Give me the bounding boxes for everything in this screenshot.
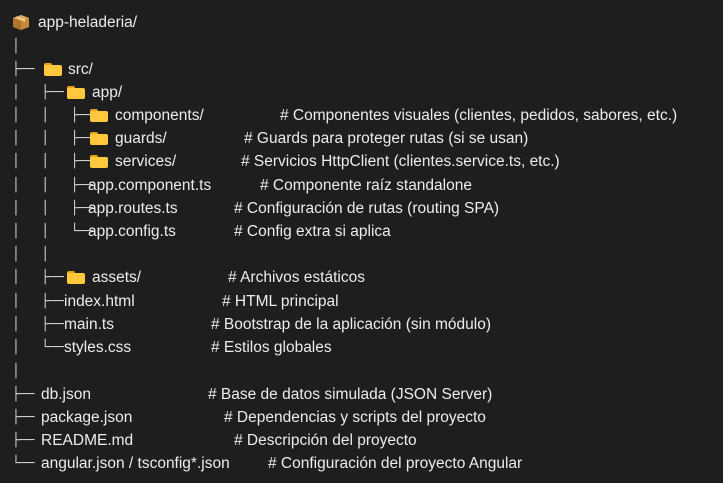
file-name[interactable]: styles.css <box>64 336 131 359</box>
tree-comment: # Bootstrap de la aplicación (sin módulo… <box>211 316 492 333</box>
tree-connector: ├── <box>12 62 42 77</box>
folder-name[interactable]: services/ <box>115 150 176 173</box>
tree-comment: # Componentes visuales (clientes, pedido… <box>280 107 678 124</box>
root-folder-name[interactable]: app-heladeria/ <box>38 11 137 34</box>
tree-connector: │ │ <box>12 247 49 262</box>
tree-file[interactable]: └── angular.json / tsconfig*.json # Conf… <box>0 452 522 475</box>
tree-folder-guards[interactable]: │ │ ├── guards/ # Guards para proteger r… <box>0 127 528 150</box>
tree-connector: │ <box>12 364 20 379</box>
tree-file[interactable]: │ │ ├── app.routes.ts # Configuración de… <box>0 197 499 220</box>
file-name[interactable]: app.component.ts <box>88 174 211 197</box>
tree-connector: │ <box>12 39 20 54</box>
file-name[interactable]: package.json <box>41 406 132 429</box>
tree-connector: │ │ ├── <box>12 178 100 193</box>
folder-name[interactable]: guards/ <box>115 127 167 150</box>
tree-comment: # HTML principal <box>222 293 339 310</box>
folder-icon <box>90 132 108 145</box>
tree-folder-src[interactable]: ├── src/ <box>0 58 93 81</box>
file-name[interactable]: app.config.ts <box>88 220 176 243</box>
tree-line: │ <box>0 360 20 383</box>
tree-file[interactable]: ├── package.json # Dependencias y script… <box>0 406 486 429</box>
file-name[interactable]: db.json <box>41 383 91 406</box>
file-tree-panel: app-heladeria/ │ ├── src/ │ ├── app/ │ │… <box>0 0 723 483</box>
tree-file[interactable]: │ ├── main.ts # Bootstrap de la aplicaci… <box>0 313 491 336</box>
tree-comment: # Configuración de rutas (routing SPA) <box>234 200 500 217</box>
folder-name[interactable]: components/ <box>115 104 204 127</box>
folder-name[interactable]: app/ <box>92 81 122 104</box>
tree-comment: # Dependencias y scripts del proyecto <box>224 409 486 426</box>
tree-comment: # Configuración del proyecto Angular <box>268 455 523 472</box>
tree-line: │ │ <box>0 243 49 266</box>
tree-connector: │ ├── <box>12 270 71 285</box>
tree-folder-services[interactable]: │ │ ├── services/ # Servicios HttpClient… <box>0 150 560 173</box>
folder-icon <box>67 86 85 99</box>
tree-file[interactable]: │ └── styles.css # Estilos globales <box>0 336 332 359</box>
tree-connector: ├── <box>12 433 42 448</box>
tree-folder-assets[interactable]: │ ├── assets/ # Archivos estáticos <box>0 266 365 289</box>
tree-connector: │ │ ├── <box>12 154 100 169</box>
folder-icon <box>90 155 108 168</box>
tree-connector: │ └── <box>12 340 71 355</box>
tree-connector: │ ├── <box>12 294 71 309</box>
folder-icon <box>67 271 85 284</box>
tree-connector: │ ├── <box>12 85 71 100</box>
tree-comment: # Guards para proteger rutas (si se usan… <box>244 130 529 147</box>
folder-name[interactable]: assets/ <box>92 266 141 289</box>
tree-line: │ <box>0 35 20 58</box>
tree-file[interactable]: │ │ ├── app.component.ts # Componente ra… <box>0 174 472 197</box>
tree-comment: # Base de datos simulada (JSON Server) <box>208 386 493 403</box>
tree-file[interactable]: │ │ └── app.config.ts # Config extra si … <box>0 220 391 243</box>
file-name[interactable]: index.html <box>64 290 135 313</box>
tree-folder-app[interactable]: │ ├── app/ <box>0 81 122 104</box>
tree-comment: # Archivos estáticos <box>228 269 365 286</box>
tree-connector: └── <box>12 456 42 471</box>
tree-comment: # Servicios HttpClient (clientes.service… <box>241 153 560 170</box>
file-name[interactable]: angular.json / tsconfig*.json <box>41 452 230 475</box>
tree-connector: │ │ └── <box>12 224 100 239</box>
file-name[interactable]: main.ts <box>64 313 114 336</box>
tree-connector: │ ├── <box>12 317 71 332</box>
tree-file[interactable]: │ ├── index.html # HTML principal <box>0 290 339 313</box>
package-icon <box>13 15 29 30</box>
folder-icon <box>44 63 62 76</box>
tree-comment: # Componente raíz standalone <box>260 177 472 194</box>
tree-connector: ├── <box>12 410 42 425</box>
tree-file[interactable]: ├── README.md # Descripción del proyecto <box>0 429 417 452</box>
tree-connector: │ │ ├── <box>12 131 100 146</box>
file-name[interactable]: README.md <box>41 429 133 452</box>
tree-root: app-heladeria/ <box>0 11 137 34</box>
tree-file[interactable]: ├── db.json # Base de datos simulada (JS… <box>0 383 492 406</box>
tree-connector: │ │ ├── <box>12 108 100 123</box>
tree-comment: # Estilos globales <box>211 339 332 356</box>
tree-comment: # Descripción del proyecto <box>234 432 417 449</box>
tree-comment: # Config extra si aplica <box>234 223 391 240</box>
tree-connector: ├── <box>12 387 42 402</box>
folder-icon <box>90 109 108 122</box>
tree-connector: │ │ ├── <box>12 201 100 216</box>
folder-name[interactable]: src/ <box>68 58 93 81</box>
file-name[interactable]: app.routes.ts <box>88 197 178 220</box>
tree-folder-components[interactable]: │ │ ├── components/ # Componentes visual… <box>0 104 677 127</box>
